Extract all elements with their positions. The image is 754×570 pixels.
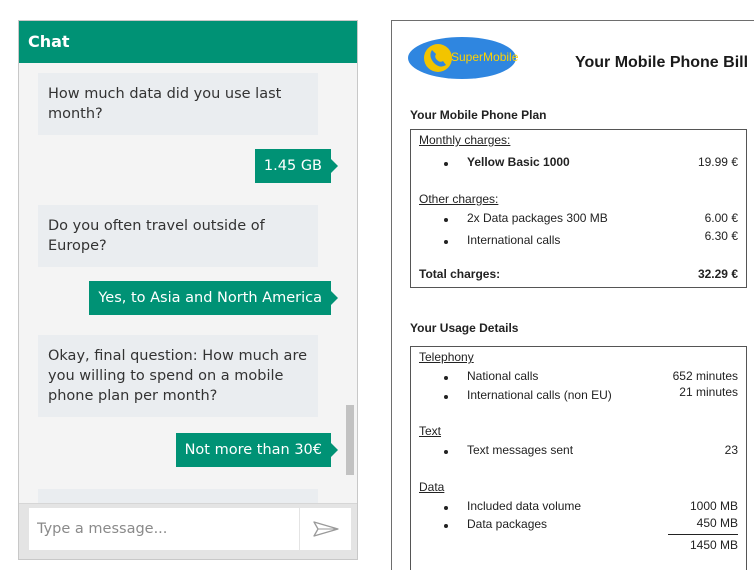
message-composer — [19, 503, 357, 559]
telephony-label: Telephony — [419, 350, 474, 364]
chat-messages[interactable]: How much data did you use last month? 1.… — [19, 63, 357, 503]
total-charges-label: Total charges: — [419, 267, 501, 281]
usage-item: International calls (non EU) — [467, 388, 612, 402]
usage-value: 21 minutes — [679, 385, 738, 399]
usage-item: Included data volume — [467, 499, 582, 513]
text-label: Text — [419, 424, 442, 438]
send-arrow-icon — [312, 521, 339, 537]
send-button[interactable] — [300, 508, 351, 550]
data-label: Data — [419, 480, 445, 494]
logo-text: SuperMobile — [451, 50, 519, 64]
usage-item: Data packages — [467, 517, 548, 531]
usage-item: National calls — [467, 369, 539, 383]
usage-section-title: Your Usage Details — [410, 321, 519, 335]
bot-message: Do you often travel outside of Europe? — [38, 205, 318, 267]
user-message: 1.45 GB — [254, 149, 339, 183]
chat-scrollbar[interactable] — [346, 405, 354, 475]
total-charges-amount: 32.29 € — [697, 267, 738, 281]
plan-name: Yellow Basic 1000 — [467, 155, 570, 169]
plan-amount: 19.99 € — [697, 155, 738, 169]
charge-item: 2x Data packages 300 MB — [467, 211, 608, 225]
supermobile-logo: SuperMobile — [407, 36, 519, 80]
message-input[interactable] — [29, 508, 299, 550]
usage-box: Telephony National calls 652 minutes Int… — [410, 346, 747, 570]
monthly-charges-label: Monthly charges: — [419, 133, 511, 147]
plan-box: Monthly charges: Yellow Basic 1000 19.99… — [410, 129, 747, 288]
other-charges-label: Other charges: — [419, 192, 499, 206]
sum-line — [668, 534, 738, 535]
bot-message: How much data did you use last month? — [38, 73, 318, 135]
user-message: Yes, to Asia and North America — [89, 281, 338, 315]
charge-amount: 6.30 € — [704, 229, 738, 243]
bot-message: Okay, final question: How much are you w… — [38, 335, 318, 417]
usage-value: 450 MB — [696, 516, 738, 530]
user-message: Not more than 30€ — [175, 433, 339, 467]
charge-amount: 6.00 € — [704, 211, 738, 225]
usage-value: 652 minutes — [672, 369, 738, 383]
data-total: 1450 MB — [689, 538, 738, 552]
charge-item: International calls — [467, 233, 561, 247]
bill-title: Your Mobile Phone Bill — [575, 54, 749, 71]
usage-item: Text messages sent — [467, 443, 574, 457]
chat-header: Chat — [19, 21, 357, 63]
usage-value: 23 — [724, 443, 738, 457]
usage-value: 1000 MB — [689, 499, 738, 513]
phone-bill-document: SuperMobile Your Mobile Phone Bill Your … — [391, 20, 754, 570]
plan-section-title: Your Mobile Phone Plan — [410, 108, 547, 122]
chat-panel: Chat How much data did you use last mont… — [18, 20, 358, 560]
bot-message-partial — [38, 489, 318, 503]
chat-title: Chat — [28, 32, 70, 51]
